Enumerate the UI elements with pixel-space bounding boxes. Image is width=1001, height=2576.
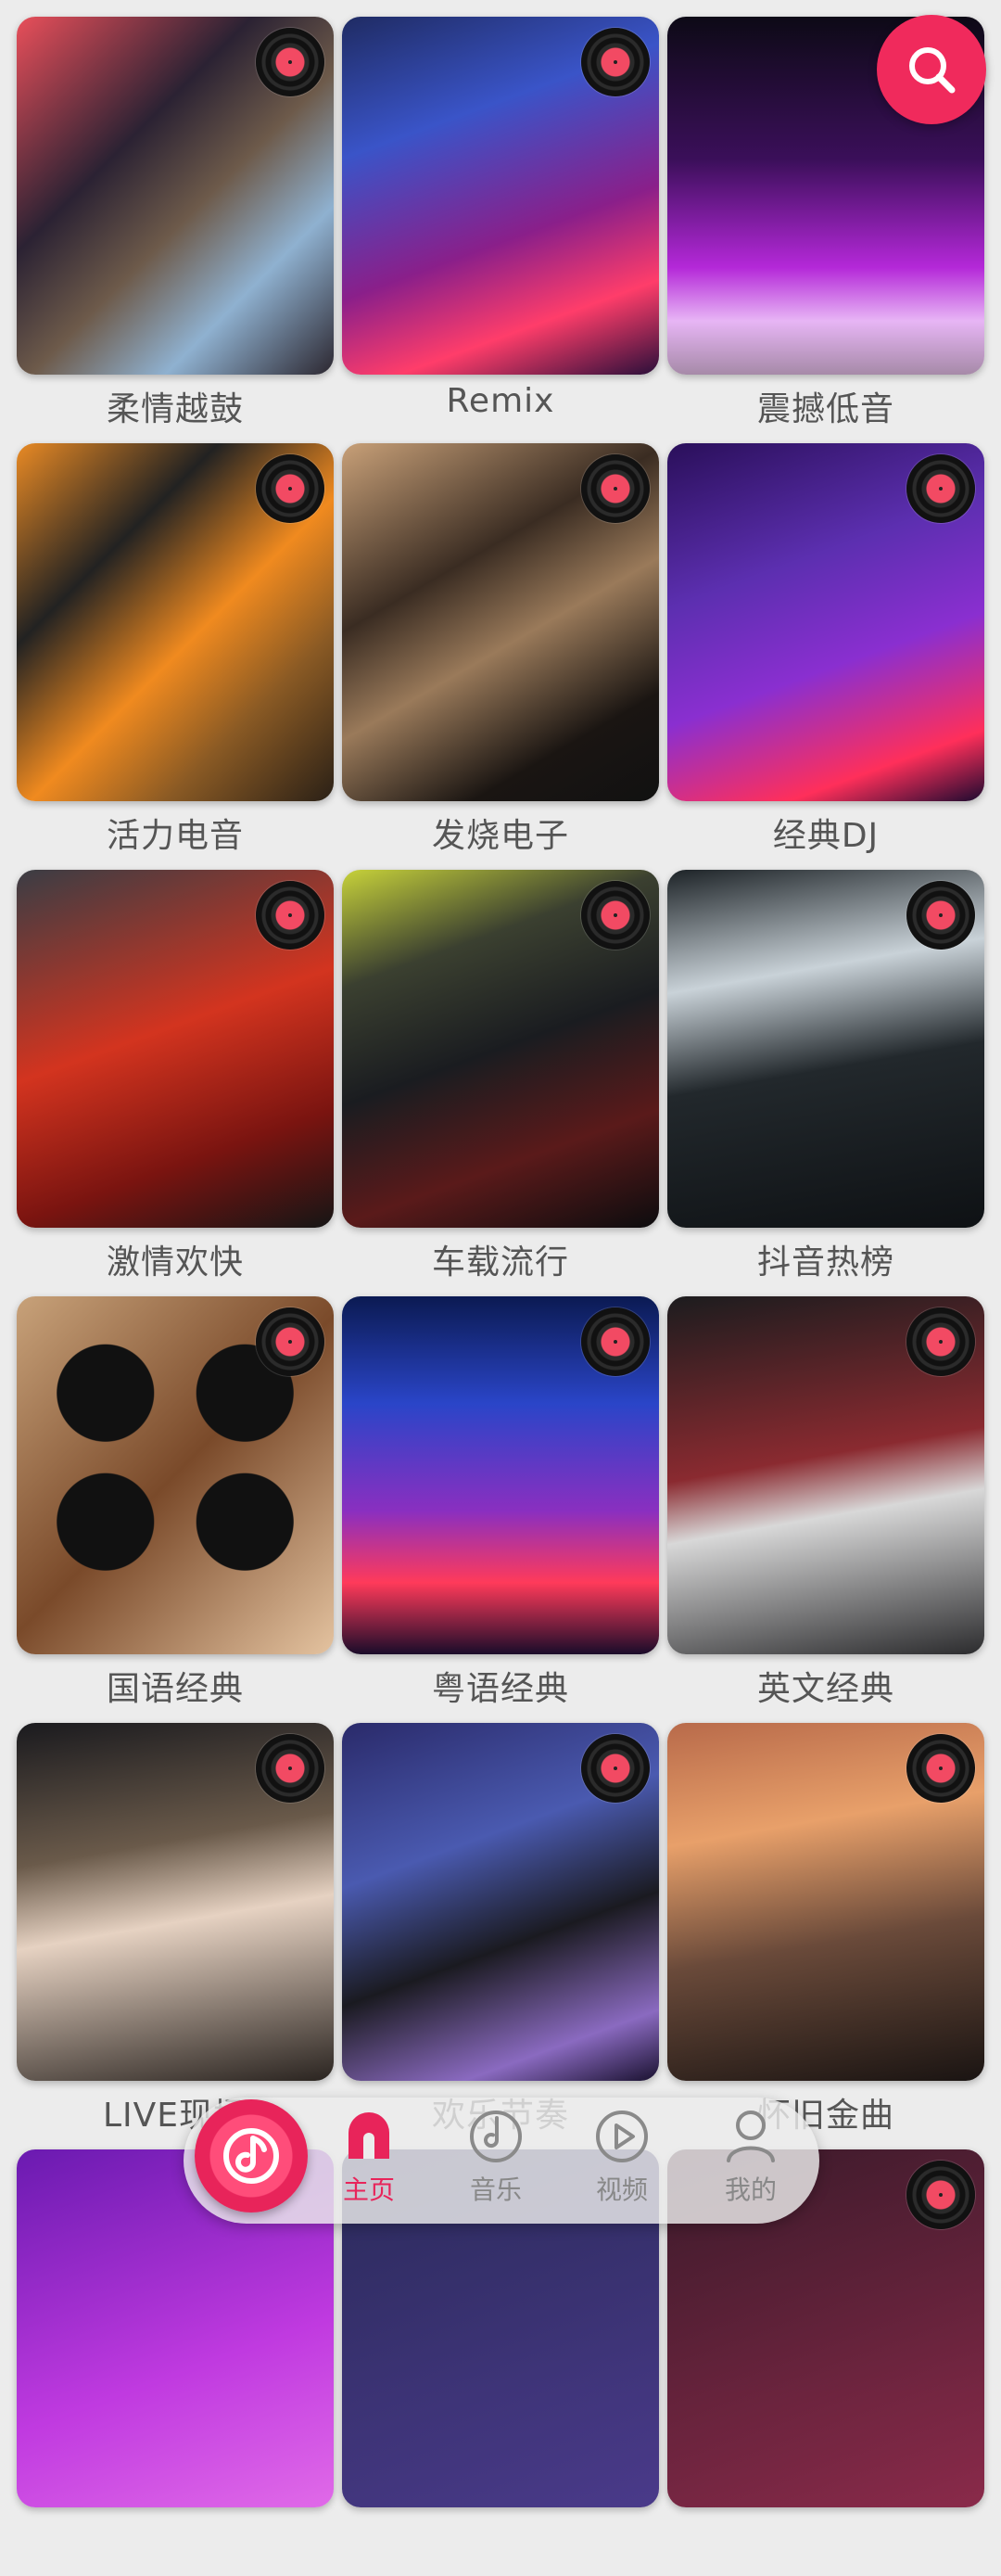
category-tile[interactable]: 英文经典 [667,1296,984,1723]
category-label: 活力电音 [106,817,244,855]
category-label: 抖音热榜 [756,1243,894,1282]
search-button[interactable] [877,15,986,124]
tab-home[interactable]: 主页 [313,2105,424,2216]
vinyl-record-icon [256,1734,324,1803]
category-tile[interactable]: 激情欢快 [17,870,334,1296]
category-label: 车载流行 [431,1243,569,1282]
category-thumbnail[interactable] [17,17,334,375]
vinyl-record-icon [906,1307,975,1376]
tab-music[interactable]: 音乐 [440,2105,551,2216]
category-label: 震撼低音 [756,390,894,428]
category-label: Remix [446,382,555,420]
category-tile[interactable]: 欢乐节奏 [342,1723,659,2149]
category-label: 激情欢快 [106,1243,244,1282]
vinyl-record-icon [906,881,975,950]
category-thumbnail[interactable] [17,1723,334,2081]
category-thumbnail[interactable] [667,1296,984,1654]
tab-home-label: 主页 [342,2174,395,2205]
tab-music-label: 音乐 [469,2174,522,2205]
category-tile[interactable]: 怀旧金曲 [667,1723,984,2149]
category-thumbnail[interactable] [17,1296,334,1654]
vinyl-record-icon [581,1307,650,1376]
category-tile[interactable]: 经典DJ [667,443,984,870]
category-thumbnail[interactable] [17,870,334,1228]
category-tile[interactable]: LIVE现场 [17,1723,334,2149]
category-tile[interactable]: 活力电音 [17,443,334,870]
category-tile[interactable]: 柔情越鼓 [17,17,334,443]
vinyl-record-icon [906,454,975,523]
vinyl-record-icon [256,1307,324,1376]
vinyl-record-icon [581,454,650,523]
category-tile[interactable]: 发烧电子 [342,443,659,870]
play-icon [596,2111,648,2162]
tab-mine[interactable]: 我的 [695,2105,806,2216]
vinyl-record-icon [256,881,324,950]
user-icon [727,2111,775,2162]
category-thumbnail[interactable] [342,1723,659,2081]
category-label: 粤语经典 [431,1670,569,1708]
tab-mine-label: 我的 [724,2174,777,2205]
category-tile[interactable]: 国语经典 [17,1296,334,1723]
category-tile[interactable]: 抖音热榜 [667,870,984,1296]
tab-video[interactable]: 视频 [566,2105,678,2216]
category-thumbnail[interactable] [667,870,984,1228]
category-label: 发烧电子 [431,817,569,855]
search-icon [909,47,956,94]
category-label: 经典DJ [772,817,880,855]
home-icon [348,2112,389,2159]
vinyl-record-icon [906,2161,975,2229]
vinyl-record-icon [581,28,650,96]
category-thumbnail[interactable] [342,870,659,1228]
category-label: 国语经典 [106,1670,244,1708]
tab-video-label: 视频 [595,2174,648,2205]
category-label: 柔情越鼓 [106,390,244,428]
category-tile[interactable]: Remix [342,17,659,443]
music-icon [470,2111,522,2162]
vinyl-record-icon [581,881,650,950]
category-thumbnail[interactable] [342,443,659,801]
category-thumbnail[interactable] [342,1296,659,1654]
category-thumbnail[interactable] [667,443,984,801]
category-thumbnail[interactable] [342,17,659,375]
category-tile[interactable]: 车载流行 [342,870,659,1296]
category-thumbnail[interactable] [667,1723,984,2081]
music-note-disc-icon [223,2128,279,2184]
vinyl-record-icon [256,28,324,96]
now-playing-button[interactable] [195,2099,308,2213]
category-tile[interactable]: 粤语经典 [342,1296,659,1723]
vinyl-record-icon [581,1734,650,1803]
vinyl-record-icon [906,1734,975,1803]
category-label: 英文经典 [756,1670,894,1708]
vinyl-record-icon [256,454,324,523]
category-thumbnail[interactable] [17,443,334,801]
